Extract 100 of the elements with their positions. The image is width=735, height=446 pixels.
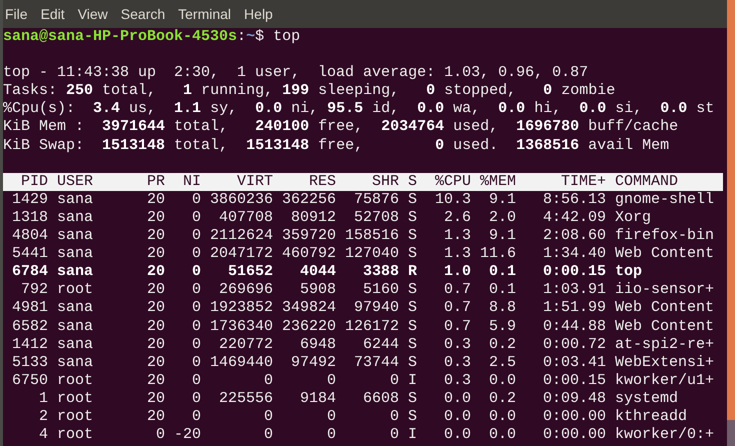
menu-item[interactable]: Edit — [40, 4, 65, 24]
table-cell-text: 1:03.91 — [542, 281, 606, 300]
table-cell: 362256 — [282, 190, 336, 209]
table-cell: 126172 — [345, 318, 399, 336]
table-cell-text: 0.7 — [442, 299, 471, 318]
column-header: %CPU — [434, 172, 471, 191]
column-header: PR — [146, 172, 165, 191]
table-cell-text: 1.3 — [442, 245, 471, 264]
table-cell: 2112624 — [210, 227, 273, 246]
summary-line: KiB Mem : 3971644 total, 240100 free, 2034764 used, 1696780 buff/cache — [3, 118, 678, 137]
table-cell-text: root — [57, 281, 94, 300]
table-cell-text: 0 — [190, 190, 201, 209]
table-cell: 2047172 — [210, 245, 273, 264]
table-cell-text: 0 — [262, 372, 273, 390]
table-cell: S — [408, 190, 417, 209]
dock-edge — [727, 420, 735, 446]
table-cell-text: 5441 — [10, 245, 48, 264]
table-cell-text: 0 — [154, 426, 165, 444]
table-cell-text: 97492 — [290, 354, 336, 372]
table-cell-text: top — [615, 263, 644, 282]
table-cell-text: 0 — [326, 372, 336, 390]
prompt-line: sana@sana-HP-ProBook-4530s:~$ top — [3, 28, 300, 46]
table-cell-text: 0 — [190, 281, 201, 300]
table-cell-text: 0 — [190, 263, 201, 282]
table-cell: S — [408, 408, 417, 426]
table-cell-text: 0.0 — [442, 426, 471, 444]
table-cell-text: 0.1 — [488, 263, 516, 282]
table-cell-text: 20 — [146, 299, 165, 318]
table-cell-text: 0 — [190, 299, 201, 318]
table-cell-text: 0.3 — [442, 336, 471, 354]
table-cell-text: 2 — [38, 408, 48, 426]
summary-line: %Cpu(s): 3.4 us, 1.1 sy, 0.0 ni, 95.5 id, 0.0 wa, 0.0 hi, 0.0 si, 0.0 st — [3, 100, 714, 118]
table-cell: at-spi2-re+ — [615, 336, 714, 354]
table-cell-text: 0 — [388, 408, 399, 426]
table-cell-text: 0.0 — [442, 390, 471, 408]
table-cell-text: 20 — [146, 208, 165, 228]
table-cell-text: systemd — [615, 390, 680, 408]
table-cell-text: 0 — [190, 390, 201, 408]
table-cell: S — [408, 390, 417, 408]
menu-item[interactable]: Help — [244, 4, 273, 24]
table-cell-text: 2.0 — [488, 208, 516, 228]
table-cell-text: 97940 — [352, 299, 399, 318]
column-header: COMMAND — [615, 172, 680, 191]
table-cell: kworker/0:+ — [615, 426, 714, 444]
column-header: VIRT — [236, 172, 273, 191]
table-cell-text: 0:00.15 — [542, 372, 606, 390]
table-cell-text: root — [57, 426, 94, 444]
table-cell-text: 8:56.13 — [542, 190, 606, 209]
table-cell-text: 0 — [326, 408, 336, 426]
table-cell-text: 4981 — [10, 299, 48, 318]
table-cell: iio-sensor+ — [615, 281, 714, 300]
table-cell-text: 0 — [190, 354, 201, 372]
table-cell-text: 1:51.99 — [542, 299, 606, 318]
table-cell-text: 73744 — [352, 354, 399, 372]
table-cell-text: sana — [57, 245, 94, 264]
table-cell-text: 792 — [20, 281, 48, 300]
table-cell-text: 0 — [262, 426, 273, 444]
table-cell-text: 0 — [190, 208, 201, 228]
table-cell-text: sana — [57, 299, 94, 318]
table-cell: Web Content — [615, 299, 714, 318]
table-cell-text: 225556 — [218, 390, 273, 408]
table-cell: gnome-shell — [615, 190, 714, 209]
table-cell-text: sana — [57, 227, 94, 246]
table-cell-text: 2.6 — [442, 208, 471, 228]
menu-item[interactable]: Search — [120, 4, 166, 24]
table-cell-text: sana — [57, 336, 94, 354]
column-header: NI — [182, 172, 201, 191]
table-cell-text: 407708 — [218, 208, 273, 228]
table-cell-text: 220772 — [218, 336, 273, 354]
table-cell-text: 0.3 — [442, 354, 471, 372]
menu-item[interactable]: Terminal — [178, 4, 232, 24]
table-cell-text: 2.5 — [488, 354, 516, 372]
table-cell-text: sana — [57, 263, 94, 282]
summary-line: top - 11:43:38 up 2:30, 1 user, load average: 1.03, 0.96, 0.87 — [3, 64, 588, 82]
menu-item[interactable]: File — [5, 4, 28, 24]
table-cell-text: 20 — [146, 263, 165, 282]
table-cell-text: sana — [57, 354, 94, 372]
table-cell-text: 0.2 — [488, 390, 516, 408]
table-cell-text: 0.0 — [488, 426, 516, 444]
table-cell: 1469440 — [210, 354, 273, 372]
table-cell-text: 75876 — [352, 190, 399, 209]
table-cell-text: 52708 — [352, 208, 399, 228]
table-cell-text: 0:03.41 — [542, 354, 606, 372]
table-cell-text: 80912 — [290, 208, 336, 228]
table-cell-text: root — [57, 390, 94, 408]
table-cell-text: 9.1 — [488, 227, 516, 246]
menu-item[interactable]: View — [78, 4, 108, 24]
table-cell: 1923852 — [210, 299, 273, 318]
table-cell-text: 6948 — [298, 336, 336, 354]
table-cell-text: 1.0 — [442, 263, 471, 282]
summary-line: Tasks: 250 total, 1 running, 199 sleeping, 0 stopped, 0 zombie — [3, 82, 616, 100]
column-header: USER — [57, 172, 94, 191]
table-cell: 349824 — [282, 299, 336, 318]
table-cell-text: 0 — [262, 408, 273, 426]
table-cell: kworker/u1+ — [615, 372, 714, 390]
table-cell-text: 1.3 — [442, 227, 471, 246]
table-cell-text: 1429 — [10, 190, 48, 209]
table-cell: S — [408, 281, 417, 300]
table-cell-text: 0.0 — [442, 408, 471, 426]
table-cell: I — [408, 372, 417, 390]
